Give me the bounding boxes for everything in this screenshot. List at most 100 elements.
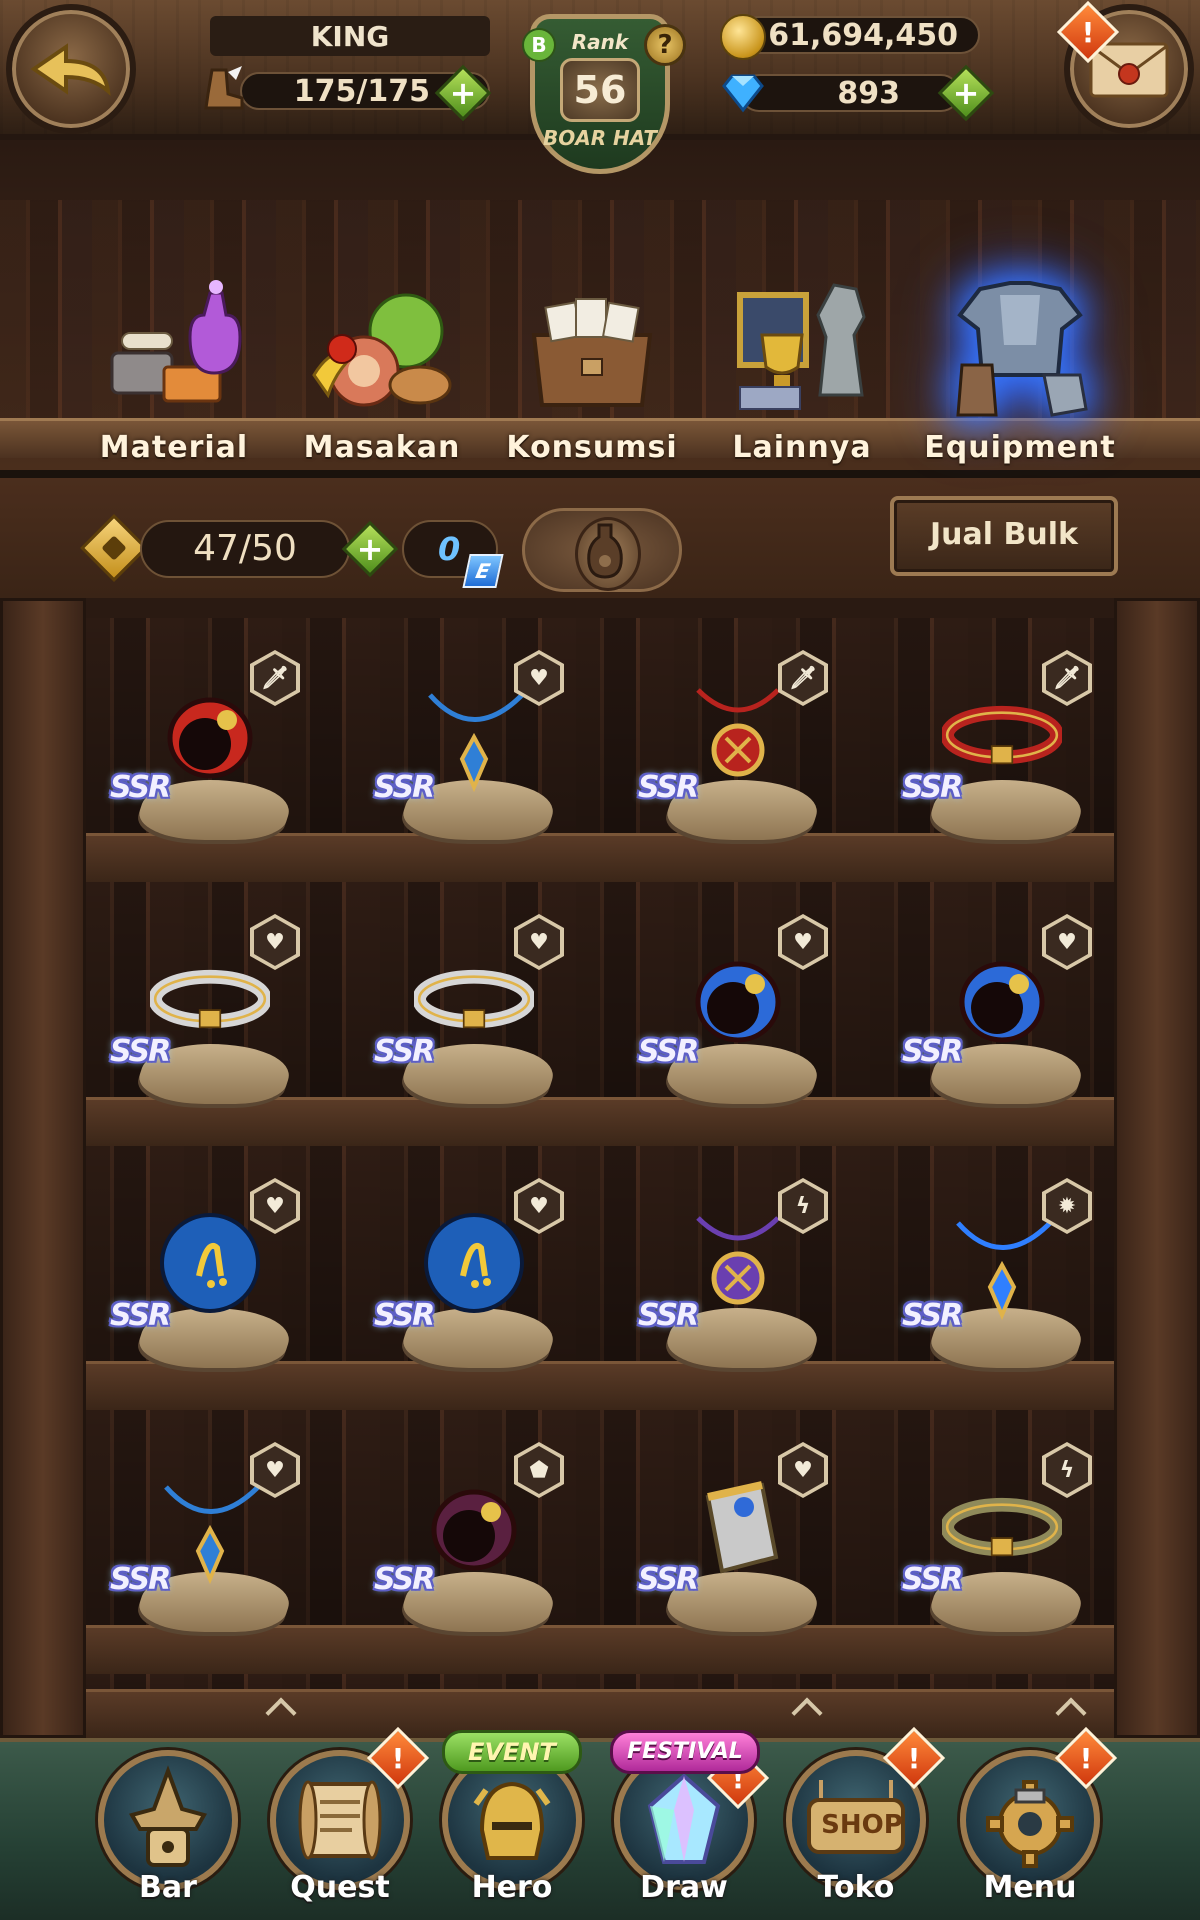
helmet-icon <box>473 1781 551 1860</box>
back-button[interactable] <box>6 4 136 134</box>
equipment-item-slot[interactable]: SSR ♥ <box>100 1168 300 1388</box>
nav-label: Hero <box>471 1870 553 1905</box>
set-type-badge: ϟ <box>778 1178 828 1234</box>
rarity-badge: SSR <box>110 1562 171 1597</box>
nav-label: Toko <box>817 1870 895 1905</box>
sort-filter-button[interactable] <box>522 508 682 592</box>
right-pillar <box>1114 598 1200 1738</box>
rarity-badge: SSR <box>638 770 699 805</box>
rarity-badge: SSR <box>110 1298 171 1333</box>
gem-icon <box>722 74 764 113</box>
bag-icon <box>531 298 653 407</box>
nav-menu[interactable]: Menu ! <box>950 1726 1118 1920</box>
equipment-item-slot[interactable]: SSR ♥ <box>628 1432 828 1652</box>
rarity-badge: SSR <box>902 1034 963 1069</box>
rarity-badge: SSR <box>638 1034 699 1069</box>
set-type-badge: ♥ <box>514 650 564 706</box>
equipment-item-slot[interactable]: SSR 🗡 <box>892 640 1092 860</box>
set-type-badge: 🗡 <box>1042 650 1092 706</box>
alert-icon: ! <box>1079 1741 1093 1775</box>
nav-toko[interactable]: SHOP Toko ! <box>776 1726 946 1920</box>
potion-bag-icon <box>587 523 623 579</box>
equipment-item-slot[interactable]: SSR ♥ <box>100 1432 300 1652</box>
event-ribbon: EVENT <box>442 1730 582 1774</box>
set-type-badge: ✹ <box>1042 1178 1092 1234</box>
rank-letter-badge: B <box>522 28 556 62</box>
category-material[interactable]: Material <box>74 145 274 475</box>
expand-inventory-button[interactable]: + <box>341 520 399 578</box>
set-type-badge: ⬟ <box>514 1442 564 1498</box>
energy-e-icon: E <box>462 554 504 588</box>
equipment-item-slot[interactable]: SSR ⬟ <box>364 1432 564 1652</box>
bulk-sell-button[interactable]: Jual Bulk <box>890 496 1118 576</box>
stamina-value: 175/175 <box>293 73 430 109</box>
rarity-badge: SSR <box>374 770 435 805</box>
shelf-row <box>86 1674 1114 1738</box>
set-type-badge: ♥ <box>250 1178 300 1234</box>
armor-icon <box>956 281 1088 417</box>
nav-hero[interactable]: EVENT Hero <box>432 1730 592 1920</box>
equipment-item-slot[interactable]: SSR 🗡 <box>628 640 828 860</box>
gold-bar: 61,694,450 <box>740 16 980 54</box>
gem-plus-button[interactable]: + <box>937 64 995 122</box>
equipment-item-slot[interactable]: SSR ♥ <box>628 904 828 1124</box>
plus-icon: + <box>952 74 980 112</box>
equipment-item-slot[interactable]: SSR ♥ <box>364 1168 564 1388</box>
set-type-badge: ♥ <box>250 1442 300 1498</box>
inventory-slot-icon <box>80 514 148 582</box>
inventory-capacity: 47/50 <box>140 520 350 578</box>
category-equipment[interactable]: Equipment <box>920 145 1120 475</box>
nav-draw[interactable]: FESTIVAL Draw ! <box>604 1730 770 1920</box>
nav-label: Quest <box>290 1870 390 1905</box>
nav-label: Menu <box>983 1870 1077 1905</box>
set-type-badge: ♥ <box>778 914 828 970</box>
equipment-item-slot[interactable]: SSR ♥ <box>892 904 1092 1124</box>
trophy-icon <box>737 283 866 410</box>
rarity-badge: SSR <box>902 1562 963 1597</box>
category-label: Material <box>99 430 249 465</box>
rank-title: BOAR HAT <box>542 126 658 150</box>
nav-label: Bar <box>139 1870 197 1905</box>
rarity-badge: SSR <box>638 1298 699 1333</box>
category-label: Equipment <box>924 430 1116 465</box>
set-type-badge: ϟ <box>1042 1442 1092 1498</box>
rarity-badge: SSR <box>902 770 963 805</box>
alert-icon: ! <box>1081 15 1095 49</box>
category-konsumsi[interactable]: Konsumsi <box>492 145 692 475</box>
gold-coin-icon <box>720 14 766 60</box>
category-masakan[interactable]: Masakan <box>282 145 482 475</box>
gear-hammer-icon <box>986 1780 1074 1868</box>
shop-sign-text: SHOP <box>821 1810 903 1840</box>
help-button[interactable]: ? <box>644 24 686 66</box>
material-icon <box>110 280 242 403</box>
equipment-item-slot[interactable]: SSR ϟ <box>628 1168 828 1388</box>
plus-icon: + <box>449 74 477 112</box>
back-arrow-icon <box>30 43 111 97</box>
set-type-badge: 🗡 <box>778 650 828 706</box>
nav-quest[interactable]: Quest ! <box>260 1726 430 1920</box>
rarity-badge: SSR <box>374 1562 435 1597</box>
festival-ribbon: FESTIVAL <box>610 1730 760 1774</box>
rarity-badge: SSR <box>110 1034 171 1069</box>
equipment-item-slot[interactable]: SSR 🗡 <box>100 640 300 860</box>
enhance-energy-counter: 0 E <box>402 520 504 588</box>
set-type-badge: ♥ <box>250 914 300 970</box>
gem-value: 893 <box>837 75 900 111</box>
set-type-badge: ♥ <box>514 1178 564 1234</box>
food-icon <box>312 293 452 407</box>
alert-icon: ! <box>907 1741 921 1775</box>
equipment-item-slot[interactable]: SSR ♥ <box>100 904 300 1124</box>
category-lainnya[interactable]: Lainnya <box>702 145 902 475</box>
nav-label: Draw <box>640 1870 728 1905</box>
equipment-item-slot[interactable]: SSR ϟ <box>892 1432 1092 1652</box>
rarity-badge: SSR <box>638 1562 699 1597</box>
set-type-badge: 🗡 <box>250 650 300 706</box>
rank-badge[interactable]: Rank 56 BOAR HAT B ? <box>512 8 688 180</box>
equipment-item-slot[interactable]: SSR ♥ <box>364 640 564 860</box>
scroll-icon <box>298 1780 382 1860</box>
equipment-item-slot[interactable]: SSR ♥ <box>364 904 564 1124</box>
rank-number: 56 <box>560 58 640 122</box>
equipment-item-slot[interactable]: SSR ✹ <box>892 1168 1092 1388</box>
set-type-badge: ♥ <box>1042 914 1092 970</box>
nav-bar[interactable]: Bar <box>88 1730 248 1920</box>
